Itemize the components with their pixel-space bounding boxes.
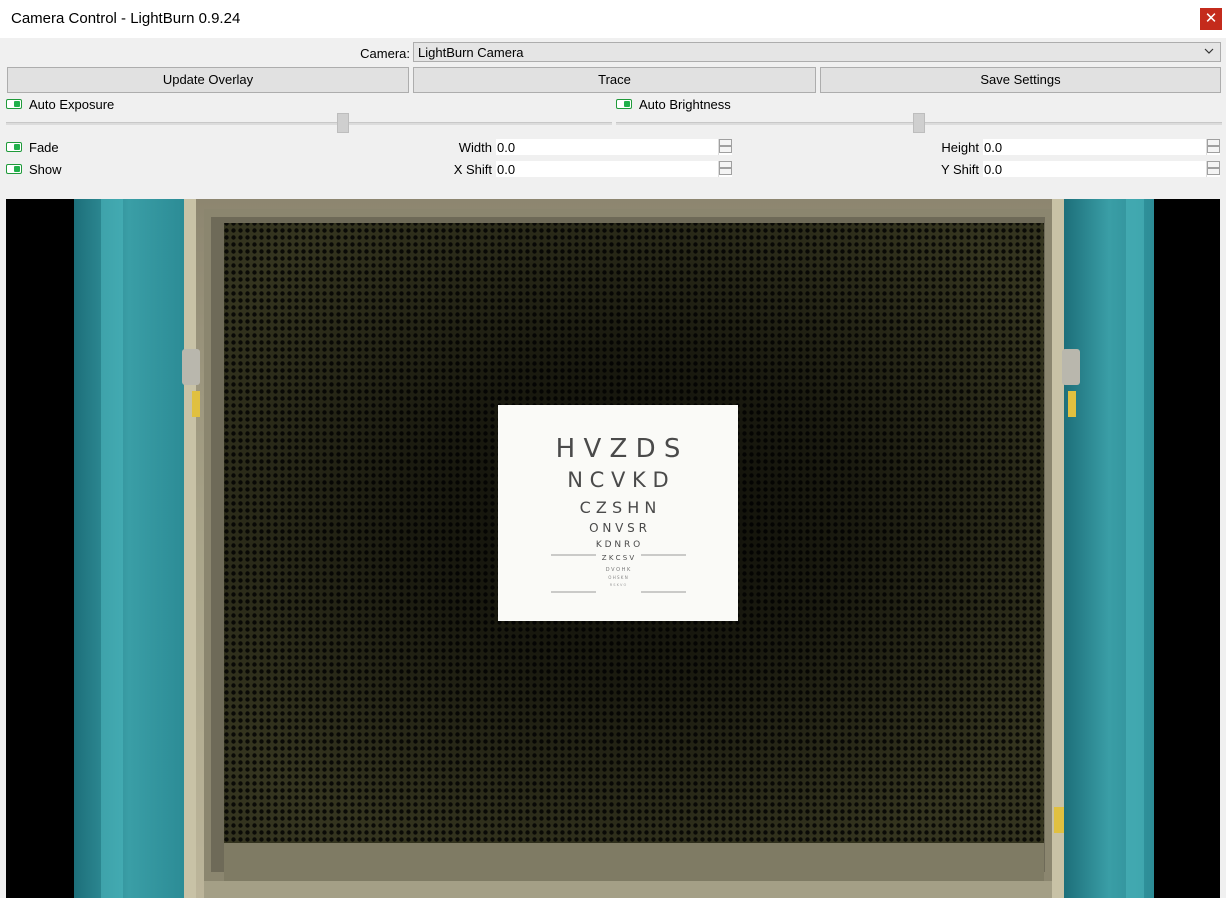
spin-up-icon[interactable] (1207, 139, 1220, 146)
toggle-knob (14, 144, 20, 150)
camera-view[interactable]: H V Z D S N C V K D C Z S H N O N V S R … (6, 199, 1220, 898)
toggle-knob (14, 101, 20, 107)
yshift-spinbox[interactable]: 0.0 (982, 160, 1221, 178)
width-label: Width (458, 140, 492, 155)
show-label: Show (29, 162, 62, 177)
chart-row-6: Z K C S V (602, 554, 635, 562)
camera-select[interactable]: LightBurn Camera (413, 42, 1221, 62)
spin-down-icon[interactable] (719, 146, 732, 153)
exposure-slider-thumb[interactable] (337, 113, 349, 133)
spin-arrows[interactable] (718, 161, 732, 177)
chart-row-4: O N V S R (589, 521, 647, 535)
spin-down-icon[interactable] (1207, 168, 1220, 175)
toggle-knob (14, 166, 20, 172)
spin-arrows[interactable] (1206, 139, 1220, 155)
chevron-down-icon (1204, 48, 1214, 54)
chart-row-8: O H S K N (608, 575, 627, 580)
chart-row-5: K D N R O (596, 540, 640, 550)
brightness-slider-thumb[interactable] (913, 113, 925, 133)
camera-feed-image: H V Z D S N C V K D C Z S H N O N V S R … (74, 199, 1154, 898)
trace-button[interactable]: Trace (413, 67, 816, 93)
yshift-label: Y Shift (940, 162, 979, 177)
chart-row-7: D V O H K (606, 567, 631, 573)
spin-up-icon[interactable] (719, 161, 732, 168)
toggle-knob (624, 101, 630, 107)
chart-row-1: H V Z D S (556, 434, 681, 464)
spin-arrows[interactable] (718, 139, 732, 155)
yshift-value: 0.0 (984, 162, 1003, 177)
update-overlay-button[interactable]: Update Overlay (7, 67, 409, 93)
spin-up-icon[interactable] (1207, 161, 1220, 168)
width-value: 0.0 (497, 140, 516, 155)
height-label: Height (941, 140, 979, 155)
show-toggle[interactable] (6, 164, 22, 174)
title-bar: Camera Control - LightBurn 0.9.24 ✕ (0, 0, 1226, 39)
spin-arrows[interactable] (1206, 161, 1220, 177)
chart-row-2: N C V K D (567, 468, 668, 492)
height-spinbox[interactable]: 0.0 (982, 138, 1221, 156)
spin-down-icon[interactable] (719, 168, 732, 175)
fade-label: Fade (29, 140, 59, 155)
close-icon: ✕ (1204, 10, 1218, 27)
spin-down-icon[interactable] (1207, 146, 1220, 153)
fade-toggle[interactable] (6, 142, 22, 152)
save-settings-button[interactable]: Save Settings (820, 67, 1221, 93)
spin-up-icon[interactable] (719, 139, 732, 146)
exposure-slider[interactable] (6, 122, 612, 125)
auto-brightness-label: Auto Brightness (639, 97, 731, 112)
xshift-spinbox[interactable]: 0.0 (495, 160, 733, 178)
width-spinbox[interactable]: 0.0 (495, 138, 733, 156)
chart-row-3: C Z S H N (580, 498, 657, 517)
auto-exposure-toggle[interactable] (6, 99, 22, 109)
close-button[interactable]: ✕ (1200, 8, 1222, 30)
chart-row-9: R S K V O (610, 583, 627, 587)
height-value: 0.0 (984, 140, 1003, 155)
auto-brightness-toggle[interactable] (616, 99, 632, 109)
xshift-label: X Shift (453, 162, 492, 177)
xshift-value: 0.0 (497, 162, 516, 177)
controls-panel: Camera: LightBurn Camera Update Overlay … (0, 38, 1226, 198)
window-title: Camera Control - LightBurn 0.9.24 (11, 10, 241, 27)
auto-exposure-label: Auto Exposure (29, 97, 115, 112)
camera-label: Camera: (360, 46, 410, 61)
camera-select-value: LightBurn Camera (418, 45, 524, 60)
